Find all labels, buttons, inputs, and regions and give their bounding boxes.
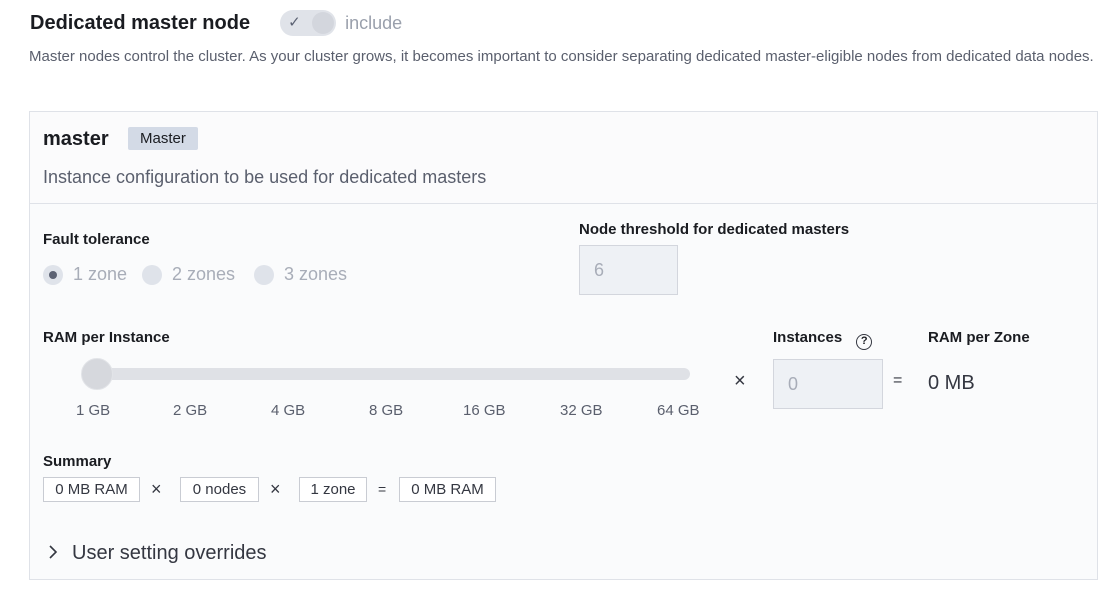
summary-total-chip: 0 MB RAM — [399, 477, 496, 502]
instances-label: Instances? — [773, 329, 873, 350]
radio-dot-selected — [43, 264, 63, 285]
toggle-knob — [312, 12, 335, 34]
check-icon: ✓ — [288, 14, 301, 31]
instances-value: 0 — [788, 373, 799, 394]
question-circle-icon[interactable]: ? — [856, 334, 873, 350]
tick-64gb: 64 GB — [657, 402, 700, 419]
summary-label: Summary — [43, 453, 112, 470]
radio-label: 2 zones — [172, 264, 236, 284]
panel-header: master Master Instance configuration to … — [30, 112, 1097, 204]
node-threshold-value: 6 — [594, 259, 605, 280]
overrides-label: User setting overrides — [72, 542, 267, 564]
tick-16gb: 16 GB — [463, 402, 506, 419]
section-header: Dedicated master node ✓ include — [30, 10, 402, 36]
master-badge: Master — [128, 127, 198, 150]
radio-1-zone[interactable]: 1 zone — [43, 264, 127, 285]
tick-4gb: 4 GB — [271, 402, 306, 419]
ram-per-zone-value: 0 MB — [928, 372, 975, 394]
tick-1gb: 1 GB — [76, 402, 111, 419]
user-setting-overrides-toggle[interactable]: User setting overrides — [48, 542, 267, 565]
chevron-right-icon — [48, 543, 58, 564]
radio-3-zones[interactable]: 3 zones — [254, 264, 347, 285]
node-threshold-input[interactable]: 6 — [579, 245, 678, 295]
radio-2-zones[interactable]: 2 zones — [142, 264, 235, 285]
radio-label: 1 zone — [73, 264, 128, 284]
tick-2gb: 2 GB — [173, 402, 208, 419]
times-operator: × — [734, 370, 746, 392]
section-description: Master nodes control the cluster. As you… — [29, 48, 1094, 65]
ram-slider-track[interactable] — [83, 368, 690, 380]
panel-subtitle: Instance configuration to be used for de… — [43, 167, 487, 187]
master-config-panel: master Master Instance configuration to … — [29, 111, 1098, 580]
tick-32gb: 32 GB — [560, 402, 603, 419]
summary-nodes-chip: 0 nodes — [180, 477, 259, 502]
include-toggle[interactable]: ✓ — [280, 10, 337, 36]
fault-tolerance-label: Fault tolerance — [43, 231, 150, 248]
radio-dot — [142, 264, 162, 285]
toggle-label: include — [345, 12, 403, 33]
panel-title: master — [43, 128, 109, 150]
section-title: Dedicated master node — [30, 11, 251, 34]
ram-slider-thumb[interactable] — [81, 358, 113, 390]
summary-zones-chip: 1 zone — [299, 477, 367, 502]
radio-label: 3 zones — [284, 264, 348, 284]
instances-input[interactable]: 0 — [773, 359, 883, 409]
summary-equals: = — [378, 481, 387, 497]
summary-times-1: × — [151, 479, 162, 499]
ram-per-instance-label: RAM per Instance — [43, 329, 170, 346]
summary-times-2: × — [270, 479, 281, 499]
tick-8gb: 8 GB — [369, 402, 404, 419]
ram-per-zone-label: RAM per Zone — [928, 329, 1030, 346]
equals-operator: = — [893, 372, 903, 389]
radio-dot — [254, 264, 274, 285]
node-threshold-label: Node threshold for dedicated masters — [579, 221, 850, 238]
summary-ram-chip: 0 MB RAM — [43, 477, 140, 502]
instances-label-text: Instances — [773, 329, 843, 346]
